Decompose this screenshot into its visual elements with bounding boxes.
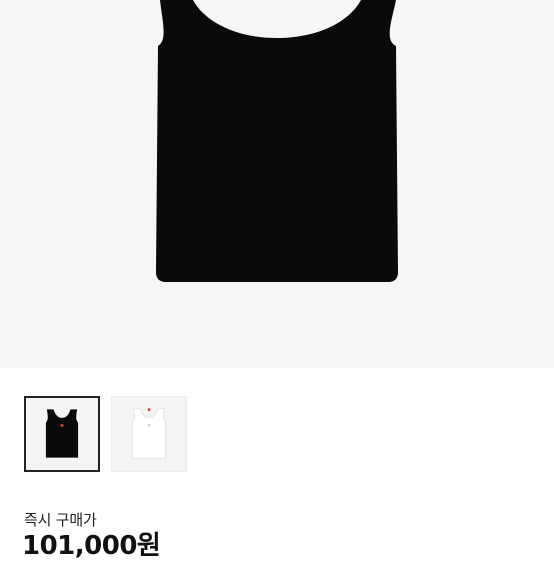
logo-icon bbox=[147, 423, 151, 427]
logo-icon bbox=[147, 408, 151, 412]
thumbnail-white-tank-top[interactable] bbox=[111, 396, 187, 472]
black-tank-top-thumbnail-image bbox=[45, 409, 79, 458]
thumbnail-strip bbox=[24, 396, 187, 472]
instant-buy-price-label: 즉시 구매가 bbox=[24, 511, 97, 529]
instant-buy-price-value: 101,000원 bbox=[22, 531, 161, 561]
thumbnail-black-tank-top[interactable] bbox=[24, 396, 100, 472]
white-tank-top-thumbnail-image bbox=[131, 408, 167, 459]
logo-icon bbox=[60, 423, 64, 427]
black-tank-top-image bbox=[156, 0, 398, 282]
product-main-image[interactable] bbox=[0, 0, 554, 368]
